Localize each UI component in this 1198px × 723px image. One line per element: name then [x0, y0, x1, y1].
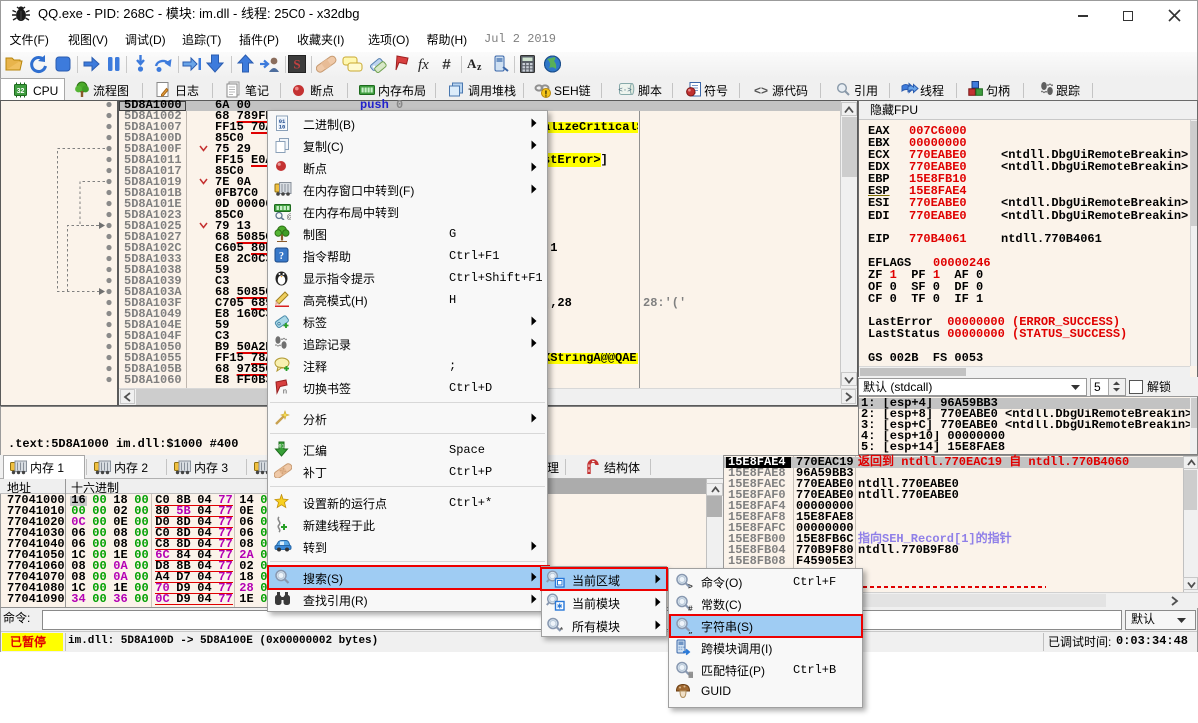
svg-text:01: 01 [278, 443, 284, 449]
svg-text:>: > [688, 583, 693, 590]
svg-text:<>: <> [754, 84, 768, 96]
svg-text:▦: ▦ [688, 671, 693, 678]
svg-text:*: * [559, 627, 564, 634]
svg-text:#: # [688, 605, 693, 612]
svg-text:#: # [442, 57, 451, 73]
svg-text:@: @ [287, 214, 292, 220]
svg-text:✱: ✱ [557, 602, 563, 610]
svg-text:!: ! [545, 90, 548, 99]
svg-text:z: z [477, 62, 482, 73]
svg-text:?: ? [279, 251, 284, 262]
svg-text:A: A [467, 56, 477, 71]
svg-text:<·>: <·> [618, 87, 632, 95]
svg-text:32: 32 [17, 88, 25, 95]
svg-text:n: n [283, 388, 287, 395]
svg-text:10: 10 [279, 123, 286, 130]
svg-text:S: S [293, 57, 300, 72]
svg-text:fx: fx [418, 57, 429, 73]
